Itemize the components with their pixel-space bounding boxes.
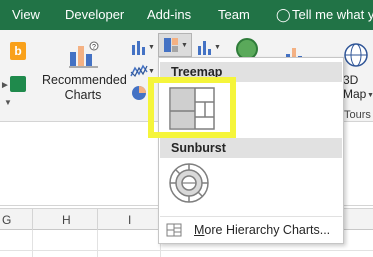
more-hierarchy-charts-item[interactable]: More Hierarchy Charts... — [160, 218, 342, 242]
pie-chart-icon[interactable] — [130, 84, 148, 102]
svg-text:?: ? — [92, 44, 96, 51]
line-chart-icon[interactable] — [130, 62, 148, 80]
3d-map-label-2: Map — [343, 87, 367, 101]
highlight-box — [148, 77, 236, 138]
3d-map-button[interactable]: 3D Map — [343, 73, 366, 101]
recommended-charts-icon[interactable]: ? — [68, 38, 102, 70]
column-chart-icon[interactable] — [130, 38, 148, 56]
grid-line — [32, 230, 33, 257]
treemap-small-icon — [166, 223, 182, 237]
column-header-i[interactable]: I — [128, 213, 131, 227]
grid-line — [97, 230, 98, 257]
hierarchy-chart-button[interactable]: ▼ — [158, 33, 192, 57]
recommended-charts-button[interactable]: Recommended Charts — [42, 73, 127, 103]
column-divider — [32, 209, 33, 231]
tab-view[interactable]: View — [12, 7, 40, 22]
sunburst-section-header: Sunburst — [160, 138, 342, 158]
recommended-charts-label-2: Charts — [64, 88, 102, 102]
treemap-small-icon — [164, 38, 178, 52]
more-hierarchy-charts-text: ore Hierarchy Charts... — [204, 223, 331, 237]
arrow-icon: ► — [0, 80, 10, 91]
statistic-chart-icon[interactable] — [196, 38, 214, 56]
people-graph-icon[interactable] — [10, 76, 26, 92]
chevron-down-icon[interactable]: ▼ — [148, 44, 155, 51]
globe-map-icon[interactable] — [343, 42, 369, 68]
column-header-g[interactable]: G — [2, 213, 11, 227]
grid-line — [0, 250, 373, 251]
bing-maps-icon[interactable]: b — [10, 42, 26, 60]
recommended-charts-label-1: Recommended — [42, 73, 127, 87]
menu-separator — [160, 216, 342, 217]
chevron-down-icon[interactable]: ▼ — [367, 92, 373, 99]
3d-map-label-1: 3D — [343, 73, 359, 87]
column-divider — [97, 209, 98, 231]
ribbon-tab-bar: View Developer Add-ins Team ◯Tell me wha… — [0, 0, 373, 30]
chevron-down-icon: ▼ — [181, 42, 188, 49]
lightbulb-icon: ◯ — [276, 7, 291, 22]
tell-me-box[interactable]: ◯Tell me what yo — [276, 7, 373, 23]
tab-addins[interactable]: Add-ins — [147, 7, 191, 22]
chevron-down-icon[interactable]: ▼ — [4, 98, 12, 107]
tab-developer[interactable]: Developer — [65, 7, 124, 22]
column-header-h[interactable]: H — [62, 213, 71, 227]
tab-team[interactable]: Team — [218, 7, 250, 22]
tours-group-label: Tours — [344, 109, 371, 121]
sunburst-icon[interactable] — [168, 162, 210, 204]
chevron-down-icon[interactable]: ▼ — [148, 68, 155, 75]
more-hierarchy-charts-accesskey: M — [194, 223, 205, 237]
more-hierarchy-charts-label: More Hierarchy Charts... — [194, 223, 330, 237]
tell-me-text: Tell me what yo — [292, 7, 373, 22]
chevron-down-icon[interactable]: ▼ — [214, 44, 221, 51]
